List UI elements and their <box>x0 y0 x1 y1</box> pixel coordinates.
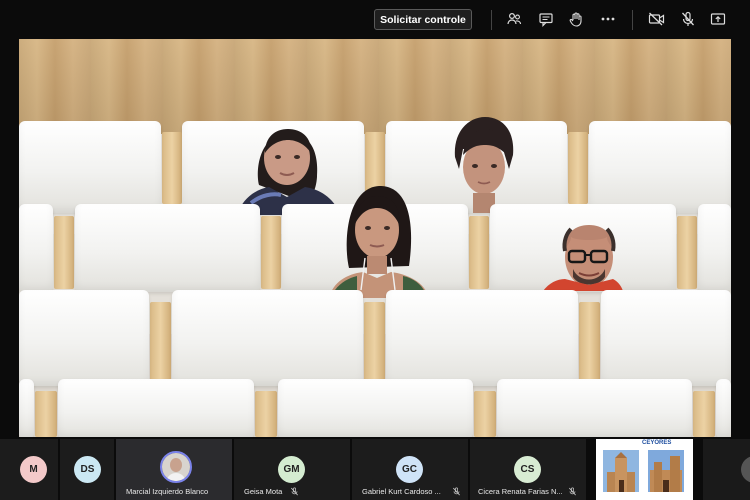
seat <box>601 290 731 386</box>
seat-armrest <box>568 132 588 204</box>
brand-logo: CEYORES <box>642 440 672 446</box>
mic-off-icon[interactable] <box>679 10 697 28</box>
more-icon[interactable] <box>599 10 617 28</box>
participant-video-man <box>543 221 623 291</box>
meeting-toolbar: Solicitar controle <box>0 0 750 38</box>
camera-off-icon[interactable] <box>647 10 665 28</box>
participant-name: Cicera Renata Farias N... <box>478 487 563 496</box>
toolbar-divider <box>491 10 492 30</box>
mic-off-icon <box>569 487 576 496</box>
chat-icon[interactable] <box>537 10 555 28</box>
seat <box>19 204 53 292</box>
seat <box>386 290 578 386</box>
participant-tile[interactable]: GM Geisa Mota <box>234 439 350 500</box>
avatar: GM <box>278 456 305 483</box>
participant-name: Marcial Izquierdo Blanco <box>126 487 209 496</box>
participant-video-girl <box>451 113 517 213</box>
avatar <box>160 451 192 483</box>
together-mode-stage <box>19 39 731 437</box>
seat-armrest <box>54 216 74 289</box>
raise-hand-icon[interactable] <box>567 10 585 28</box>
toolbar-divider <box>632 10 633 30</box>
avatar: DS <box>74 456 101 483</box>
seat-armrest <box>150 302 171 382</box>
participant-tile[interactable]: GC Gabriel Kurt Cardoso ... <box>352 439 468 500</box>
seat <box>278 379 473 437</box>
seat-armrest <box>693 391 715 437</box>
participant-tile[interactable] <box>703 439 750 500</box>
seat <box>172 290 363 386</box>
seat-armrest <box>162 132 182 204</box>
seat-armrest <box>474 391 496 437</box>
participant-tile[interactable]: CS Cicera Renata Farias N... <box>470 439 586 500</box>
seat-armrest <box>469 216 489 289</box>
participant-name: Geisa Mota <box>244 487 283 496</box>
seat <box>497 379 692 437</box>
seat <box>58 379 254 437</box>
seat-armrest <box>364 302 385 382</box>
avatar <box>741 456 750 483</box>
seat-armrest <box>261 216 281 289</box>
participant-video-woman-2 <box>325 178 435 298</box>
participant-tile[interactable]: Marcial Izquierdo Blanco <box>116 439 232 500</box>
wood-wall <box>19 39 731 134</box>
church-photo-2 <box>648 450 684 492</box>
seat <box>716 379 731 437</box>
seat <box>75 204 260 292</box>
avatar: GC <box>396 456 423 483</box>
church-photo-1 <box>603 450 639 492</box>
share-icon[interactable] <box>709 10 727 28</box>
seat-armrest <box>579 302 600 382</box>
request-control-button[interactable]: Solicitar controle <box>374 9 472 30</box>
seat <box>698 204 731 292</box>
seat <box>19 379 34 437</box>
mic-off-icon <box>291 487 298 496</box>
participant-name: Gabriel Kurt Cardoso ... <box>362 487 441 496</box>
avatar: CS <box>514 456 541 483</box>
mic-off-icon <box>453 487 460 496</box>
seat-armrest <box>255 391 277 437</box>
seat <box>589 121 731 213</box>
seat-armrest <box>677 216 697 289</box>
seat <box>19 121 161 213</box>
avatar: M <box>20 456 47 483</box>
participant-tile[interactable]: DS <box>60 439 114 500</box>
seat <box>19 290 149 386</box>
participant-tile[interactable]: M <box>0 439 58 500</box>
people-icon[interactable] <box>505 10 523 28</box>
seat-armrest <box>35 391 57 437</box>
shared-content-thumbnail[interactable]: CEYORES <box>596 439 693 500</box>
